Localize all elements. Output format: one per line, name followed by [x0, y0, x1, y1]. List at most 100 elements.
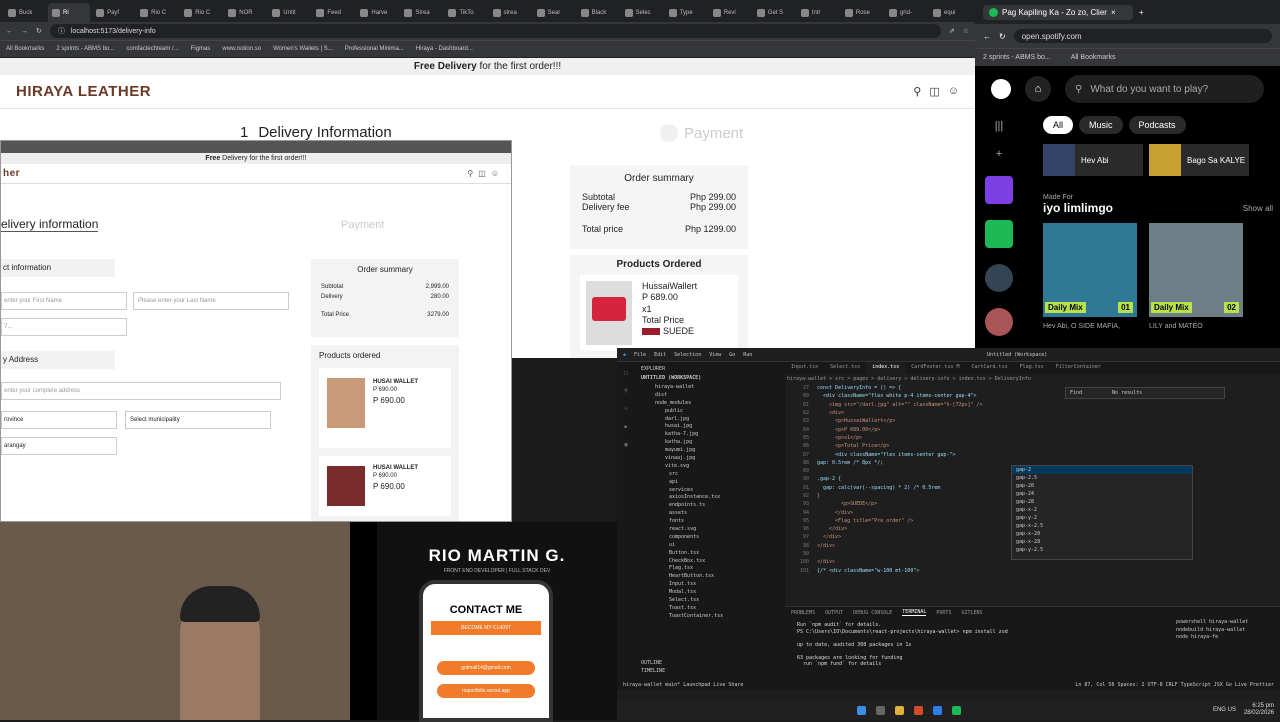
explorer-item[interactable]: src [641, 471, 779, 479]
explorer-item[interactable]: Toast.tsx [641, 605, 779, 613]
terminal-instance[interactable]: powershell hiraya-wallet [1176, 619, 1276, 627]
terminal-instance[interactable]: nodebuild hiraya-wallet [1176, 627, 1276, 635]
search-icon[interactable]: ⚲ [913, 85, 921, 98]
bookmark-item[interactable]: All Bookmarks [6, 46, 44, 52]
explorer-item[interactable]: ToastContainer.tsx [641, 613, 779, 621]
shortcut-card[interactable]: Hev Abi [1043, 144, 1143, 176]
spotify-icon[interactable] [952, 705, 961, 715]
editor-tab[interactable]: CartCard.tsx [965, 362, 1013, 374]
browser-tab[interactable]: grid- [885, 3, 927, 22]
saved-icon[interactable] [985, 220, 1013, 248]
menu-item[interactable]: Run [743, 352, 752, 358]
run-icon[interactable]: ▶ [624, 424, 627, 430]
user-icon[interactable]: ☺ [948, 85, 959, 98]
barangay-select[interactable]: arangay [1, 437, 117, 455]
suggestion-item[interactable]: gap-x-20 [1012, 530, 1192, 538]
site-pill[interactable]: rioportfolio.vercel.app [437, 684, 535, 698]
shortcut-card[interactable]: Bago Sa KALYE [1149, 144, 1249, 176]
liked-songs-icon[interactable] [985, 176, 1013, 204]
cart-icon[interactable]: ◫ [478, 169, 486, 178]
suggestion-item[interactable]: gap-24 [1012, 490, 1192, 498]
bookmark-item[interactable]: Hiraya - Dashboard... [416, 46, 473, 52]
explorer-item[interactable]: components [641, 534, 779, 542]
search-icon[interactable]: ⚲ [467, 169, 473, 178]
bookmark-item[interactable]: Women's Wallets | S... [273, 46, 333, 52]
find-widget[interactable]: Find No results [1065, 387, 1225, 399]
back-icon[interactable]: ← [983, 32, 991, 41]
explorer-item[interactable]: Button.tsx [641, 550, 779, 558]
explorer-item[interactable]: Flag.tsx [641, 565, 779, 573]
browser-tab[interactable]: Payf [92, 3, 134, 22]
browser-tab[interactable]: Sear [533, 3, 575, 22]
add-icon[interactable]: + [996, 148, 1002, 160]
chip-all[interactable]: All [1043, 116, 1074, 134]
menu-item[interactable]: Edit [654, 352, 666, 358]
suggestion-item[interactable]: gap-x-2.5 [1012, 522, 1192, 530]
email-pill[interactable]: gotmail14@gmail.com [437, 661, 535, 675]
folder-icon[interactable] [895, 705, 904, 715]
source-control-icon[interactable]: ☉ [624, 406, 627, 412]
menu-item[interactable]: View [709, 352, 721, 358]
phone-field[interactable]: 7... [1, 318, 127, 336]
browser-tab[interactable]: NOR [224, 3, 266, 22]
terminal-instance[interactable]: node hiraya-fe [1176, 634, 1276, 642]
browser-tab[interactable]: Type [665, 3, 707, 22]
reload-icon[interactable]: ↻ [36, 27, 42, 35]
explorer-item[interactable]: HeartButton.tsx [641, 573, 779, 581]
daily-mix-card[interactable]: Daily Mix 02 [1149, 223, 1243, 317]
last-name-field[interactable]: Please enter your Last Name [133, 292, 289, 310]
editor-tab[interactable]: FilterContainer [1050, 362, 1107, 374]
spotify-logo[interactable] [991, 79, 1011, 99]
menu-item[interactable]: Selection [674, 352, 701, 358]
browser-tab[interactable]: Rio C [136, 3, 178, 22]
explorer-item[interactable]: public [641, 408, 779, 416]
first-name-field[interactable]: enter your First Name [1, 292, 127, 310]
explorer-item[interactable]: Modal.tsx [641, 589, 779, 597]
browser-tab[interactable]: Selec [621, 3, 663, 22]
explorer-item[interactable]: react.svg [641, 526, 779, 534]
suggestion-item[interactable]: gap-2 [1012, 466, 1192, 474]
explorer-item[interactable]: services [641, 487, 779, 495]
panel-tab[interactable]: PORTS [936, 610, 951, 616]
browser-tab[interactable]: TikTo [444, 3, 486, 22]
back-icon[interactable]: ← [6, 28, 13, 35]
share-icon[interactable]: ⇗ [949, 27, 955, 35]
browser-tab[interactable]: Buck [4, 3, 46, 22]
browser-tab[interactable]: Ri [48, 3, 91, 22]
become-client-button[interactable]: BECOME MY CLIENT [431, 621, 541, 635]
explorer-item[interactable]: darl.jpg [641, 416, 779, 424]
explorer-icon[interactable]: □ [624, 370, 627, 376]
explorer-item[interactable]: husai.jpg [641, 423, 779, 431]
browser-tab[interactable]: strea [489, 3, 531, 22]
user-icon[interactable]: ☺ [491, 169, 499, 178]
suggestion-item[interactable]: gap-y-2 [1012, 514, 1192, 522]
search-icon[interactable] [876, 705, 885, 715]
library-icon[interactable]: ||| [995, 120, 1004, 132]
bookmark-item[interactable]: 2 sprints - ABMS bo... [56, 46, 114, 52]
explorer-item[interactable]: Select.tsx [641, 597, 779, 605]
browser-tab[interactable]: Revi [709, 3, 751, 22]
explorer-item[interactable]: katha.jpg [641, 439, 779, 447]
explorer-item[interactable]: fonts [641, 518, 779, 526]
menu-item[interactable]: File [634, 352, 646, 358]
explorer-item[interactable]: vinaaj.jpg [641, 455, 779, 463]
editor-tab[interactable]: CardFooter.tsx M [905, 362, 965, 374]
bookmark-item[interactable]: www.notion.so [222, 46, 261, 52]
panel-tab[interactable]: PROBLEMS [791, 610, 815, 616]
province-select[interactable]: rovince [1, 411, 117, 429]
menu-item[interactable]: Go [729, 352, 735, 358]
explorer-item[interactable]: node_modules [641, 400, 779, 408]
explorer-item[interactable]: katha-7.jpg [641, 431, 779, 439]
forward-icon[interactable]: → [21, 28, 28, 35]
browser-tab[interactable]: Harve [356, 3, 398, 22]
panel-tab[interactable]: OUTPUT [825, 610, 843, 616]
suggestion-item[interactable]: gap-28 [1012, 498, 1192, 506]
daily-mix-card[interactable]: Daily Mix 01 [1043, 223, 1137, 317]
suggestion-item[interactable]: gap-x-2 [1012, 506, 1192, 514]
browser-tab[interactable]: Black [577, 3, 619, 22]
bookmark-item[interactable]: Professional Minima... [345, 46, 404, 52]
new-tab-icon[interactable]: + [1139, 8, 1144, 17]
suggestion-item[interactable]: gap-y-2.5 [1012, 546, 1192, 554]
browser-tab[interactable]: Rio C [180, 3, 222, 22]
browser-tab[interactable]: Rose [841, 3, 883, 22]
